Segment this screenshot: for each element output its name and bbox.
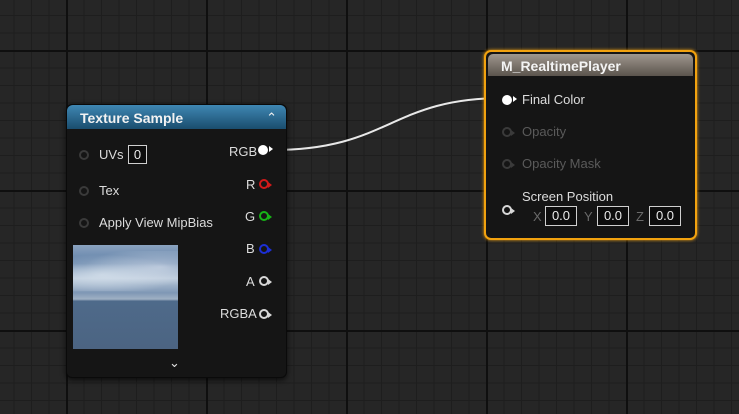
- y-label: Y: [584, 209, 593, 224]
- texture-preview-image: [73, 245, 178, 349]
- tex-label: Tex: [99, 183, 120, 198]
- r-output-pin[interactable]: [259, 179, 272, 189]
- final-color-input-pin[interactable]: [502, 95, 517, 105]
- texture-sample-node[interactable]: Texture Sample ⌃ UVs 0 Tex Apply View Mi…: [66, 104, 287, 378]
- material-result-node[interactable]: M_RealtimePlayer Final Color Opacity Opa…: [484, 50, 697, 240]
- collapse-icon[interactable]: ⌃: [266, 110, 277, 126]
- rgb-output-pin[interactable]: [258, 145, 273, 155]
- rgba-output-pin[interactable]: [259, 309, 272, 319]
- b-output-label: B: [246, 241, 255, 256]
- material-node-header[interactable]: M_RealtimePlayer: [488, 54, 693, 76]
- rgba-output-label: RGBA: [220, 306, 257, 321]
- uvs-input-pin[interactable]: [79, 150, 89, 160]
- rgb-output-label: RGB: [229, 144, 258, 159]
- texture-sample-header[interactable]: Texture Sample ⌃: [67, 105, 286, 129]
- uvs-value-field[interactable]: 0: [128, 145, 147, 164]
- material-node-title: M_RealtimePlayer: [501, 58, 621, 74]
- g-output-pin[interactable]: [259, 211, 272, 221]
- opacity-mask-label: Opacity Mask: [522, 156, 601, 171]
- z-label: Z: [636, 209, 644, 224]
- x-value-field[interactable]: 0.0: [545, 206, 577, 226]
- texture-sample-title: Texture Sample: [80, 110, 184, 126]
- g-output-label: G: [245, 209, 256, 224]
- a-output-label: A: [246, 274, 255, 289]
- expand-icon[interactable]: ⌄: [169, 355, 180, 371]
- opacity-mask-input-pin: [502, 159, 515, 169]
- uvs-label: UVs: [99, 147, 124, 162]
- b-output-pin[interactable]: [259, 244, 272, 254]
- screen-position-input-pin[interactable]: [502, 205, 515, 215]
- tex-input-pin[interactable]: [79, 186, 89, 196]
- opacity-input-pin: [502, 127, 515, 137]
- r-output-label: R: [246, 177, 256, 192]
- opacity-label: Opacity: [522, 124, 567, 139]
- z-value-field[interactable]: 0.0: [649, 206, 681, 226]
- a-output-pin[interactable]: [259, 276, 272, 286]
- x-label: X: [533, 209, 542, 224]
- apply-view-mipbias-pin[interactable]: [79, 218, 89, 228]
- screen-position-label: Screen Position: [522, 189, 614, 204]
- apply-view-mipbias-label: Apply View MipBias: [99, 215, 213, 230]
- final-color-label: Final Color: [522, 92, 585, 107]
- y-value-field[interactable]: 0.0: [597, 206, 629, 226]
